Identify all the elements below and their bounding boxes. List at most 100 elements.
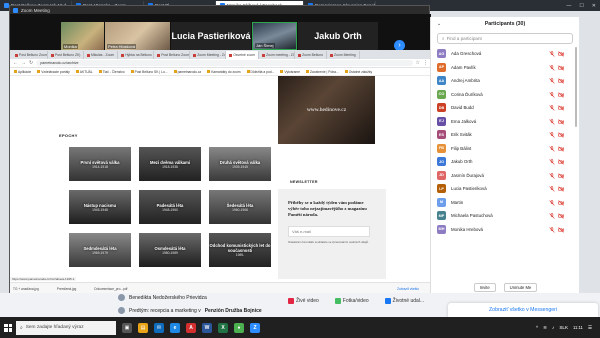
show-all-downloads-link[interactable]: Zobraziť všetko	[397, 287, 419, 291]
bookmark-item[interactable]: Zaostrenie | Poba...	[306, 70, 339, 74]
tab-favicon-icon	[87, 53, 90, 57]
bookmark-item[interactable]: AKTUÁL	[75, 70, 93, 74]
participant-row[interactable]: LP Lucia Pastieriková	[431, 182, 580, 196]
inner-browser-tab[interactable]: Post Belluno Zoom ta...	[12, 51, 48, 59]
mail-icon[interactable]: ✉	[154, 322, 164, 333]
participant-row[interactable]: M Martin	[431, 196, 580, 210]
bookmark-item[interactable]: Vzdelávacie portály	[37, 70, 70, 74]
name-tile[interactable]: Lucia Pastieriková	[171, 22, 251, 50]
participant-row[interactable]: AG Ada Greschová	[431, 47, 580, 61]
close-icon[interactable]: ✕	[588, 3, 600, 9]
bookmark-item[interactable]: Tlač - Členstvo	[98, 69, 125, 74]
maximize-icon[interactable]: ☐	[575, 3, 587, 9]
bookmark-item[interactable]: Ostatné záložky	[344, 70, 372, 74]
epoch-tile[interactable]: První světová válka 1914-1918	[69, 147, 131, 181]
participant-row[interactable]: CO Corina Ďuríková	[431, 88, 580, 102]
inner-browser-tab[interactable]: Osvetné zoom	[226, 51, 260, 59]
zoom-icon[interactable]: Z	[250, 322, 260, 333]
clock[interactable]: 11:11	[573, 325, 583, 330]
forward-icon[interactable]: →	[21, 60, 26, 66]
inner-browser-tab[interactable]: Zoom Belluno	[295, 51, 327, 59]
participant-row[interactable]: ES Erik Sviták	[431, 128, 580, 142]
invite-button[interactable]: Invite	[473, 282, 496, 292]
unmute-me-button[interactable]: Unmute Me	[503, 282, 538, 292]
video-off-icon	[558, 105, 564, 111]
epoch-tile[interactable]: Osmdesátá léta 1980-1989	[139, 233, 201, 267]
menu-icon[interactable]: ⋮	[423, 60, 428, 66]
participant-row[interactable]: JD Jasmín Ďurajová	[431, 169, 580, 183]
participant-row[interactable]: MP Michaela Pastuchová	[431, 209, 580, 223]
back-icon[interactable]: ←	[13, 60, 18, 66]
epoch-tile[interactable]: Druhá světová válka 1939-1945	[209, 147, 271, 181]
bookmark-item[interactable]: Post Belluno SK | Lo...	[130, 70, 168, 74]
bookmark-item[interactable]: Aplikácie	[14, 70, 31, 74]
bookmark-label: Tlač - Členstvo	[102, 69, 125, 74]
video-tile[interactable]: Monika	[61, 22, 104, 50]
collapse-chevron-icon[interactable]: ⌄	[437, 21, 441, 27]
inner-browser-tab[interactable]: Zoom Meeting	[327, 51, 360, 59]
bookmark-item[interactable]: Vytvárame	[280, 70, 300, 74]
name-tile[interactable]: Jakub Orth	[298, 22, 378, 50]
download-item[interactable]: Premilená.jpg	[57, 287, 77, 291]
inner-browser-tab[interactable]: Zoom Meeting - Zo...	[190, 51, 227, 59]
bookmark-item[interactable]: pametnarodu.cz	[173, 70, 201, 74]
participant-avatar: AA	[437, 76, 446, 86]
participant-row[interactable]: AP Adam Pavlík	[431, 61, 580, 75]
participant-row[interactable]: JO Jakub Orth	[431, 155, 580, 169]
network-icon[interactable]: ≋	[543, 325, 547, 331]
epoch-tile[interactable]: Šedesátá léta 1960-1968	[209, 190, 271, 224]
participant-row[interactable]: MH Monika Hrebová	[431, 223, 580, 237]
participant-row[interactable]: AA Andrej Ambrita	[431, 74, 580, 88]
inner-browser-tab[interactable]: Post Belluno Zoom	[154, 51, 191, 59]
bookmark-item[interactable]: Kamarátky do zoom	[207, 70, 241, 74]
language-indicator[interactable]: SLK	[559, 325, 568, 330]
live-video-button[interactable]: Živé video	[288, 298, 319, 304]
inner-browser-tab[interactable]: Post Belluno ZK)	[48, 51, 84, 59]
email-field[interactable]: Váš e-mail	[288, 225, 370, 237]
epoch-tile[interactable]: Odchod komunistických let do současnosti…	[209, 233, 271, 267]
video-tile[interactable]: Ján Šimej	[252, 22, 297, 50]
epoch-tile[interactable]: Nástup nacismu 1945-1948	[69, 190, 131, 224]
notifications-icon[interactable]: ☰	[588, 325, 592, 331]
profile-work-place[interactable]: Penzión Družba Bojnice	[205, 308, 262, 314]
bookmark-label: Aplikácie	[18, 69, 32, 74]
file-explorer-icon[interactable]: ▤	[138, 322, 148, 333]
minimize-icon[interactable]: —	[562, 3, 575, 9]
star-icon[interactable]: ☆	[416, 60, 420, 66]
epoch-tile[interactable]: Padesátá léta 1948-1960	[139, 190, 201, 224]
participant-search-input[interactable]: ⌕ Find a participant	[437, 33, 573, 44]
bookmark-item[interactable]: Dôležitá a pod...	[246, 70, 274, 74]
epoch-tile[interactable]: Mezi dvěma válkami 1918-1938	[139, 147, 201, 181]
participant-row[interactable]: DB David Budd	[431, 101, 580, 115]
video-label: Monika	[63, 44, 78, 49]
inner-browser-tab[interactable]: Zoom meeting - ZO...	[259, 51, 296, 59]
url-field[interactable]: pametnarodu.cz/archive	[36, 60, 413, 66]
participant-scrollbar[interactable]	[575, 47, 577, 127]
live-video-icon	[288, 298, 294, 304]
reload-icon[interactable]: ↻	[29, 60, 33, 66]
excel-icon[interactable]: X	[218, 322, 228, 333]
shared-screen-browser: Post Belluno Zoom ta... Post Belluno ZK) M…	[10, 50, 431, 294]
hero-image[interactable]: www.hedinove.cz	[278, 76, 375, 144]
participant-name: Michaela Pastuchová	[451, 213, 493, 219]
chevron-up-icon[interactable]: ^	[536, 325, 538, 330]
volume-icon[interactable]: ♪	[552, 325, 554, 330]
participant-row[interactable]: EJ Ema Jalková	[431, 115, 580, 129]
pdf-icon[interactable]: A	[186, 322, 196, 333]
word-icon[interactable]: W	[202, 322, 212, 333]
messenger-show-all-button[interactable]: Zobraziť všetko v Messengeri	[448, 303, 598, 317]
chrome-icon[interactable]: ●	[234, 322, 244, 333]
taskbar-search-input[interactable]: ⌕ Sem zadajte hľadaný výraz	[16, 320, 116, 335]
epoch-tile[interactable]: Sedmdesátá léta 1969-1979	[69, 233, 131, 267]
download-item[interactable]: TG + anaďana.jpg	[13, 287, 39, 291]
download-item[interactable]: Dokumentace_pro...pdf	[94, 287, 127, 291]
start-button[interactable]	[0, 317, 16, 338]
participant-row[interactable]: FB Filip Bálint	[431, 142, 580, 156]
life-event-button[interactable]: Životné udal...	[384, 298, 424, 304]
inner-browser-tab[interactable]: Hýbka na Belluno	[118, 51, 155, 59]
inner-browser-tab[interactable]: Mikulás - Zoom	[84, 51, 119, 59]
photo-video-button[interactable]: Fotka/video	[334, 298, 369, 304]
video-tile[interactable]: Petra Hlosková	[105, 22, 170, 50]
edge-icon[interactable]: e	[170, 322, 180, 333]
task-view-icon[interactable]: ▣	[122, 322, 132, 333]
